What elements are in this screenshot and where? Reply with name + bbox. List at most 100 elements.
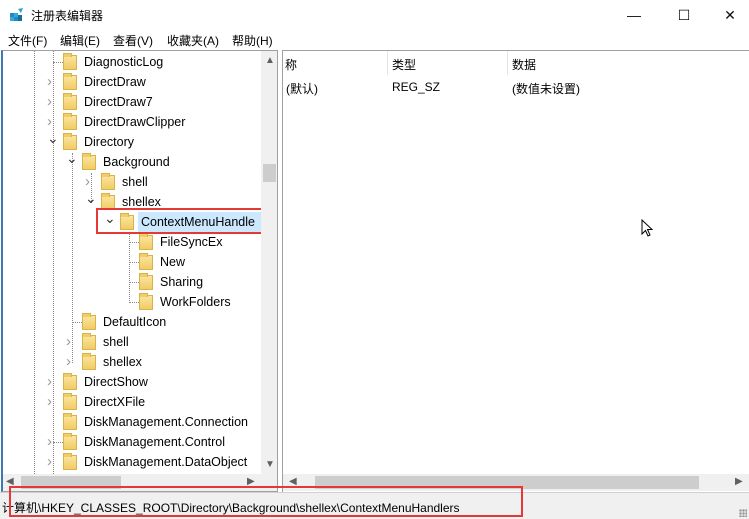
- tree-item-label: DirectDraw: [84, 75, 146, 89]
- tree-item-label: DirectShow: [84, 375, 148, 389]
- folder-icon: [120, 213, 134, 230]
- chevron-right-icon[interactable]: ›: [47, 72, 57, 92]
- column-divider[interactable]: [507, 51, 508, 75]
- tree-item-label: DiskManagement.Connection: [84, 415, 248, 429]
- tree-item[interactable]: DiagnosticLog: [3, 52, 261, 72]
- tree-item[interactable]: ⌄ shellex: [3, 190, 261, 212]
- folder-icon: [82, 333, 96, 350]
- scroll-left-icon[interactable]: ◀: [289, 476, 297, 487]
- menu-edit[interactable]: 编辑(E): [60, 32, 100, 49]
- tree-item[interactable]: › DiskManagement.DataObject: [3, 452, 261, 472]
- menu-file[interactable]: 文件(F): [8, 32, 47, 49]
- scroll-left-icon[interactable]: ◀: [6, 476, 14, 487]
- tree-hscroll-thumb[interactable]: [21, 476, 121, 489]
- folder-icon: [63, 433, 77, 450]
- folder-icon: [101, 173, 115, 190]
- chevron-down-icon[interactable]: ⌄: [85, 188, 97, 208]
- menu-help[interactable]: 帮助(H): [232, 32, 273, 49]
- scroll-up-icon[interactable]: ▲: [265, 55, 275, 66]
- tree-item[interactable]: ⌄ Background: [3, 150, 261, 172]
- mouse-cursor-icon: [641, 219, 654, 237]
- folder-icon: [63, 373, 77, 390]
- chevron-down-icon[interactable]: ⌄: [104, 208, 116, 228]
- column-header-name[interactable]: 称: [285, 56, 297, 73]
- tree-item[interactable]: FileSyncEx: [3, 232, 261, 252]
- tree-item[interactable]: DefaultIcon: [3, 312, 261, 332]
- menu-bar: 文件(F) 编辑(E) 查看(V) 收藏夹(A) 帮助(H): [0, 30, 749, 50]
- maximize-button[interactable]: ☐: [661, 0, 707, 30]
- column-divider[interactable]: [387, 51, 388, 75]
- tree-item-label: DiskManagement.DataObject: [84, 455, 248, 469]
- menu-favorites[interactable]: 收藏夹(A): [167, 32, 219, 49]
- resize-grip-icon[interactable]: [739, 509, 747, 517]
- tree-item[interactable]: ⌄ Directory: [3, 130, 261, 152]
- folder-icon: [63, 93, 77, 110]
- tree-item-label: New: [160, 255, 186, 269]
- chevron-right-icon[interactable]: ›: [47, 372, 57, 392]
- chevron-right-icon[interactable]: ›: [47, 432, 57, 452]
- tree-item-label: shell: [122, 175, 148, 189]
- value-name: (默认): [285, 80, 318, 97]
- tree-item[interactable]: › shell: [3, 332, 261, 352]
- tree-item[interactable]: › DirectDraw7: [3, 92, 261, 112]
- tree-item-label: WorkFolders: [160, 295, 231, 309]
- title-bar: 注册表编辑器 — ☐ ✕: [0, 0, 749, 30]
- tree-item-label: shellex: [103, 355, 142, 369]
- tree-item-label: Sharing: [160, 275, 204, 289]
- tree-item[interactable]: › DiskManagement.Control: [3, 432, 261, 452]
- value-name-text: (默认): [286, 82, 319, 96]
- tree-item[interactable]: › DirectXFile: [3, 392, 261, 412]
- folder-icon: [82, 313, 96, 330]
- tree-item-label: FileSyncEx: [160, 235, 223, 249]
- folder-icon: [82, 153, 96, 170]
- tree-item[interactable]: DiskManagement.Connection: [3, 412, 261, 432]
- chevron-right-icon[interactable]: ›: [47, 392, 57, 412]
- values-pane[interactable]: 称 类型 数据 (默认) REG_SZ (数值未设置) ◀ ▶: [282, 50, 749, 492]
- column-header-type[interactable]: 类型: [392, 56, 416, 73]
- value-data: (数值未设置): [512, 82, 580, 96]
- registry-editor-icon: [10, 8, 23, 21]
- tree-item-label: shell: [103, 335, 129, 349]
- folder-icon: [63, 73, 77, 90]
- chevron-down-icon[interactable]: ⌄: [66, 148, 78, 168]
- tree-item-label: DiagnosticLog: [84, 55, 164, 69]
- tree-item[interactable]: ⌄ ContextMenuHandle: [3, 210, 261, 232]
- chevron-right-icon[interactable]: ›: [47, 92, 57, 112]
- tree-horizontal-scrollbar[interactable]: ◀ ▶: [3, 474, 277, 491]
- window-title: 注册表编辑器: [31, 9, 104, 23]
- folder-icon: [63, 413, 77, 430]
- tree-item-label: ContextMenuHandle: [141, 215, 255, 229]
- tree-item[interactable]: › shellex: [3, 352, 261, 372]
- tree-item-label: DefaultIcon: [103, 315, 167, 329]
- values-hscroll-thumb[interactable]: [315, 476, 699, 489]
- tree-item-label: Directory: [84, 135, 135, 149]
- tree-item[interactable]: › shell: [3, 172, 261, 192]
- folder-icon: [139, 293, 153, 310]
- values-horizontal-scrollbar[interactable]: ◀ ▶: [283, 474, 749, 491]
- tree-item-label: DirectXFile: [84, 395, 146, 409]
- chevron-right-icon[interactable]: ›: [66, 352, 76, 372]
- tree-vertical-scrollbar[interactable]: ▲ ▼: [261, 51, 277, 474]
- registry-tree[interactable]: DiagnosticLog › DirectDraw › DirectDraw7 › Dir…: [1, 50, 278, 492]
- registry-path: 计算机\HKEY_CLASSES_ROOT\Directory\Backgrou…: [2, 501, 460, 515]
- column-header-data[interactable]: 数据: [512, 56, 536, 73]
- chevron-right-icon[interactable]: ›: [47, 452, 57, 472]
- tree-item-label: DirectDrawClipper: [84, 115, 186, 129]
- folder-icon: [82, 353, 96, 370]
- close-button[interactable]: ✕: [707, 0, 749, 30]
- tree-item[interactable]: New: [3, 252, 261, 272]
- tree-item[interactable]: WorkFolders: [3, 292, 261, 312]
- tree-vscroll-thumb[interactable]: [263, 164, 276, 182]
- tree-item[interactable]: › DirectDraw: [3, 72, 261, 92]
- chevron-right-icon[interactable]: ›: [66, 332, 76, 352]
- menu-view[interactable]: 查看(V): [113, 32, 153, 49]
- scroll-down-icon[interactable]: ▼: [265, 459, 275, 470]
- tree-item[interactable]: Sharing: [3, 272, 261, 292]
- scroll-right-icon[interactable]: ▶: [247, 476, 255, 487]
- minimize-button[interactable]: —: [611, 0, 657, 30]
- scroll-right-icon[interactable]: ▶: [735, 476, 743, 487]
- chevron-down-icon[interactable]: ⌄: [47, 128, 59, 148]
- tree-item[interactable]: › DirectDrawClipper: [3, 112, 261, 132]
- folder-icon: [139, 273, 153, 290]
- tree-item[interactable]: › DirectShow: [3, 372, 261, 392]
